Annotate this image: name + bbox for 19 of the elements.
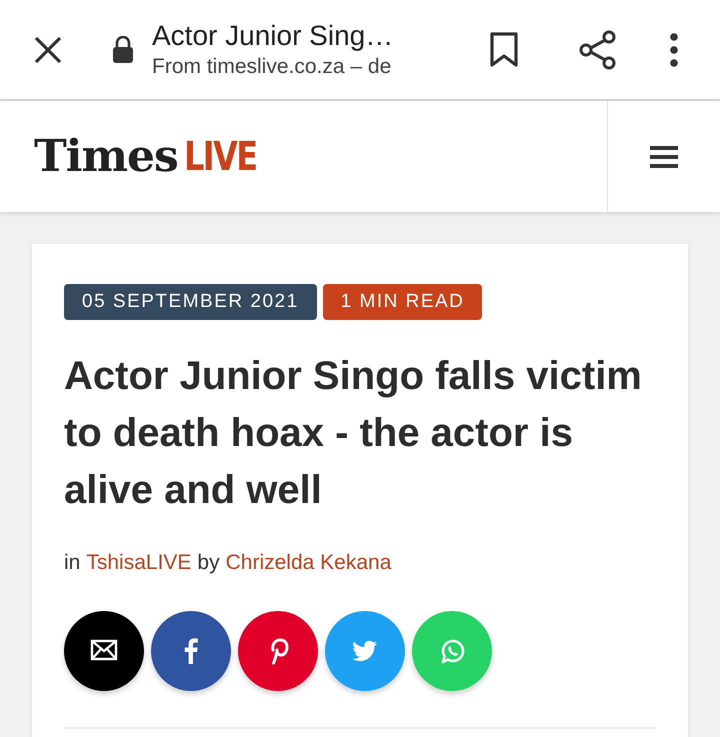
menu-icon [650, 144, 678, 168]
date-badge: 05 SEPTEMBER 2021 [64, 284, 317, 320]
page-url: From timeslive.co.za – de [152, 54, 392, 80]
headline: Actor Junior Singo falls victim to death hoax - the actor is alive and well [64, 353, 643, 514]
bookmark-icon [490, 32, 518, 68]
author-link[interactable]: Chrizelda Kekana [226, 547, 392, 578]
lock-icon [112, 36, 134, 64]
share-icon [579, 30, 617, 70]
logo-text: Times [34, 130, 178, 184]
logo-accent: LIVE [184, 132, 256, 182]
close-icon [34, 36, 62, 64]
read-time-badge: 1 MIN READ [322, 284, 482, 320]
share-circle-button[interactable] [64, 610, 144, 690]
more-icon [670, 32, 678, 66]
section-link[interactable]: TshisaLIVE [86, 547, 192, 578]
page-title: Actor Junior Sing… [152, 18, 394, 52]
share-circle-button[interactable] [151, 610, 231, 690]
byline-joiner: by [197, 550, 220, 576]
byline-prefix: in [64, 550, 80, 576]
